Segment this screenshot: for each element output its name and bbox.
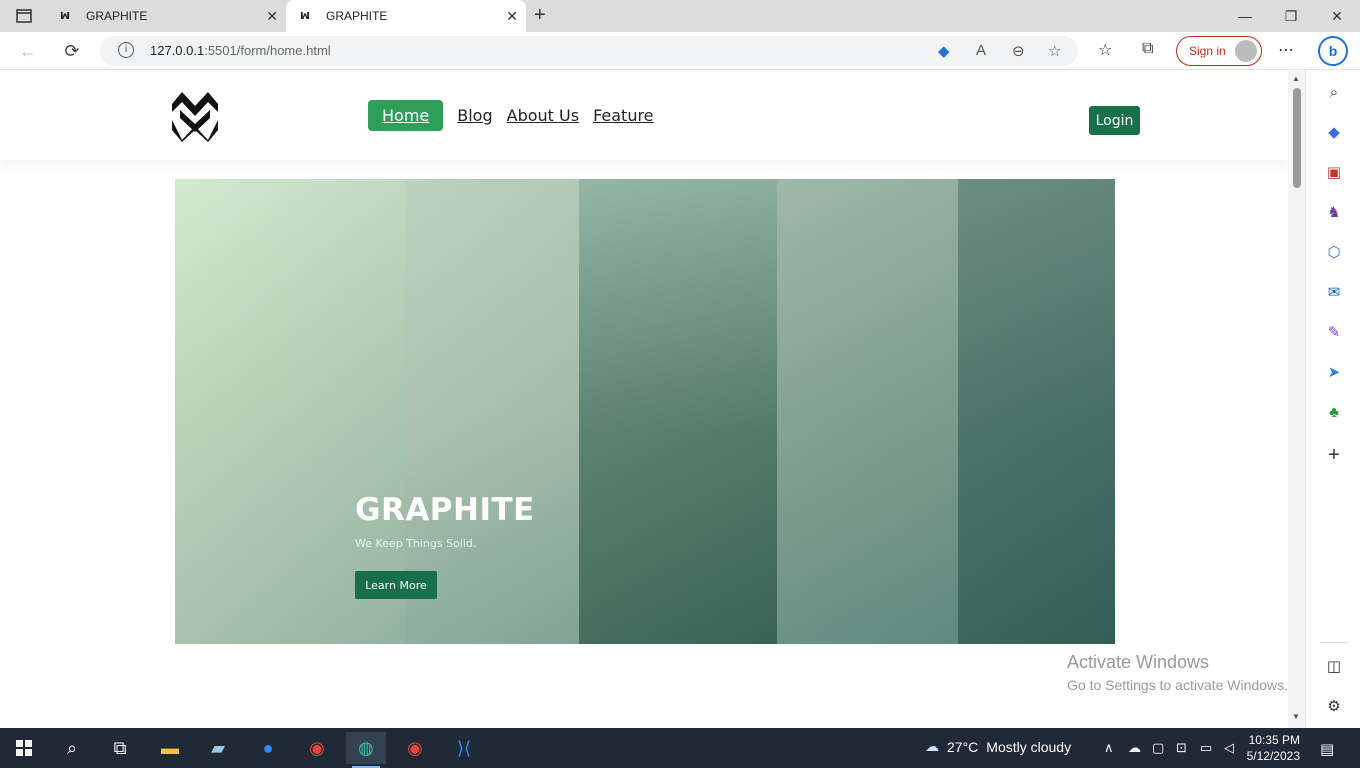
nav-blog-link[interactable]: Blog <box>457 100 492 131</box>
add-favorite-icon[interactable]: ☆ <box>1048 42 1061 60</box>
start-windows-icon[interactable] <box>4 732 44 764</box>
watermark-title: Activate Windows <box>1067 652 1210 672</box>
activate-windows-watermark: Activate Windows Go to Settings to activ… <box>1067 652 1288 693</box>
hero-subtitle: We Keep Things Solid. <box>355 537 477 550</box>
sidebar-divider <box>1320 642 1348 643</box>
back-button[interactable]: ← <box>16 40 40 62</box>
login-button[interactable]: Login <box>1089 106 1140 135</box>
restore-button[interactable]: ❐ <box>1268 0 1314 32</box>
address-bar[interactable]: i 127.0.0.1:5501/form/home.html ◆ A ⊖ ☆ <box>100 36 1078 66</box>
profile-avatar-icon <box>1235 40 1257 62</box>
tab-strip: ꟽ GRAPHITE ✕ ꟽ GRAPHITE ✕ + — ❐ ✕ <box>0 0 1360 32</box>
web-page: Home Blog About Us Feature Login GRAPHIT… <box>0 70 1288 728</box>
outlook-icon[interactable]: ✉ <box>1324 282 1344 302</box>
nav-feature-link[interactable]: Feature <box>593 100 653 131</box>
chrome-profile-icon[interactable]: ◉ <box>395 732 435 764</box>
system-clock[interactable]: 10:35 PM 5/12/2023 <box>1246 732 1300 764</box>
device-icon[interactable]: ▢ <box>1152 740 1164 756</box>
collections-icon[interactable]: ⧉ <box>1142 40 1153 58</box>
network-icon[interactable]: ▭ <box>1200 740 1212 756</box>
notifications-icon[interactable]: ▤ <box>1320 740 1334 758</box>
hide-sidebar-icon[interactable]: ◫ <box>1324 656 1344 676</box>
windows-taskbar: ⌕ ⧉ ▬ ▰ ● ◉ ◍ ◉ ⟩⟨ ☁ 27°C Mostly cloudy … <box>0 728 1360 768</box>
clock-date: 5/12/2023 <box>1246 749 1300 763</box>
browser-toolbar: ← ⟳ i 127.0.0.1:5501/form/home.html ◆ A … <box>0 32 1360 70</box>
tab-actions-icon[interactable] <box>8 6 40 26</box>
cloud-icon: ☁ <box>925 738 939 754</box>
weather-temp: 27°C <box>947 738 979 755</box>
new-tab-button[interactable]: + <box>534 4 546 27</box>
site-info-icon[interactable]: i <box>118 42 134 58</box>
tray-chevron-up-icon[interactable]: ∧ <box>1104 740 1114 756</box>
shopping-icon[interactable]: ◆ <box>1324 122 1344 142</box>
task-view-icon[interactable]: ⧉ <box>100 732 140 764</box>
refresh-button[interactable]: ⟳ <box>60 40 84 62</box>
notepad-icon[interactable]: ▰ <box>198 732 238 764</box>
weather-widget[interactable]: ☁ 27°C Mostly cloudy <box>925 738 1071 755</box>
tab-graphite-1[interactable]: ꟽ GRAPHITE ✕ <box>50 0 286 32</box>
learn-more-button[interactable]: Learn More <box>355 571 437 599</box>
favorites-icon[interactable]: ☆ <box>1098 40 1112 60</box>
page-scrollbar[interactable]: ▲ ▼ <box>1288 70 1305 728</box>
tab-close-icon[interactable]: ✕ <box>266 8 278 25</box>
onedrive-icon[interactable]: ☁ <box>1128 740 1141 756</box>
weather-desc: Mostly cloudy <box>986 738 1072 755</box>
tab-close-icon[interactable]: ✕ <box>506 8 518 25</box>
shopping-tag-icon[interactable]: ◆ <box>938 42 950 60</box>
vscode-icon[interactable]: ⟩⟨ <box>444 732 484 764</box>
nav-about-us-link[interactable]: About Us <box>507 100 579 131</box>
close-window-button[interactable]: ✕ <box>1314 0 1360 32</box>
sign-in-button[interactable]: Sign in <box>1176 36 1262 66</box>
file-explorer-icon[interactable]: ▬ <box>150 732 190 764</box>
tab-title: GRAPHITE <box>326 9 388 23</box>
minimize-button[interactable]: — <box>1222 0 1268 32</box>
read-aloud-icon[interactable]: A <box>976 42 986 59</box>
hero-overlay <box>175 179 1115 644</box>
zoom-out-icon[interactable]: ⊖ <box>1012 42 1025 60</box>
security-icon[interactable]: ⊡ <box>1176 740 1187 756</box>
url-text[interactable]: 127.0.0.1:5501/form/home.html <box>150 43 331 58</box>
nav-home-link[interactable]: Home <box>368 100 444 131</box>
more-options-icon[interactable]: ⋯ <box>1278 40 1294 60</box>
hero-banner: GRAPHITE We Keep Things Solid. Learn Mor… <box>175 179 1115 644</box>
drop-icon[interactable]: ➤ <box>1324 362 1344 382</box>
settings-gear-icon[interactable]: ⚙ <box>1324 696 1344 716</box>
search-icon[interactable]: ⌕ <box>1324 82 1344 102</box>
main-nav: Home Blog About Us Feature <box>368 100 654 131</box>
designer-icon[interactable]: ✎ <box>1324 322 1344 342</box>
zoom-app-icon[interactable]: ● <box>248 732 288 764</box>
scroll-down-icon[interactable]: ▼ <box>1292 712 1300 721</box>
graphite-logo-icon[interactable] <box>170 90 220 142</box>
volume-icon[interactable]: ◁ <box>1224 740 1234 756</box>
tab-graphite-2[interactable]: ꟽ GRAPHITE ✕ <box>286 0 526 32</box>
tab-title: GRAPHITE <box>86 9 148 23</box>
bing-chat-icon[interactable]: b <box>1318 36 1348 66</box>
taskbar-search-icon[interactable]: ⌕ <box>52 732 92 764</box>
hero-title: GRAPHITE <box>355 492 535 528</box>
tree-icon[interactable]: ♣ <box>1324 402 1344 422</box>
clock-time: 10:35 PM <box>1248 733 1300 747</box>
site-header: Home Blog About Us Feature Login <box>0 70 1288 160</box>
microsoft-365-icon[interactable]: ⬡ <box>1324 242 1344 262</box>
chrome-icon[interactable]: ◉ <box>297 732 337 764</box>
edge-browser-icon[interactable]: ◍ <box>346 732 386 768</box>
scroll-thumb[interactable] <box>1293 88 1301 188</box>
add-sidebar-app-icon[interactable]: + <box>1324 444 1344 466</box>
tab-favicon-icon: ꟽ <box>300 10 310 22</box>
tools-icon[interactable]: ▣ <box>1324 162 1344 182</box>
scroll-up-icon[interactable]: ▲ <box>1292 74 1300 83</box>
sign-in-label: Sign in <box>1189 44 1226 58</box>
tab-favicon-icon: ꟽ <box>60 10 70 22</box>
edge-sidebar: ⌕ ◆ ▣ ♞ ⬡ ✉ ✎ ➤ ♣ + ◫ ⚙ <box>1305 70 1360 728</box>
games-icon[interactable]: ♞ <box>1324 202 1344 222</box>
watermark-subtitle: Go to Settings to activate Windows. <box>1067 677 1288 693</box>
